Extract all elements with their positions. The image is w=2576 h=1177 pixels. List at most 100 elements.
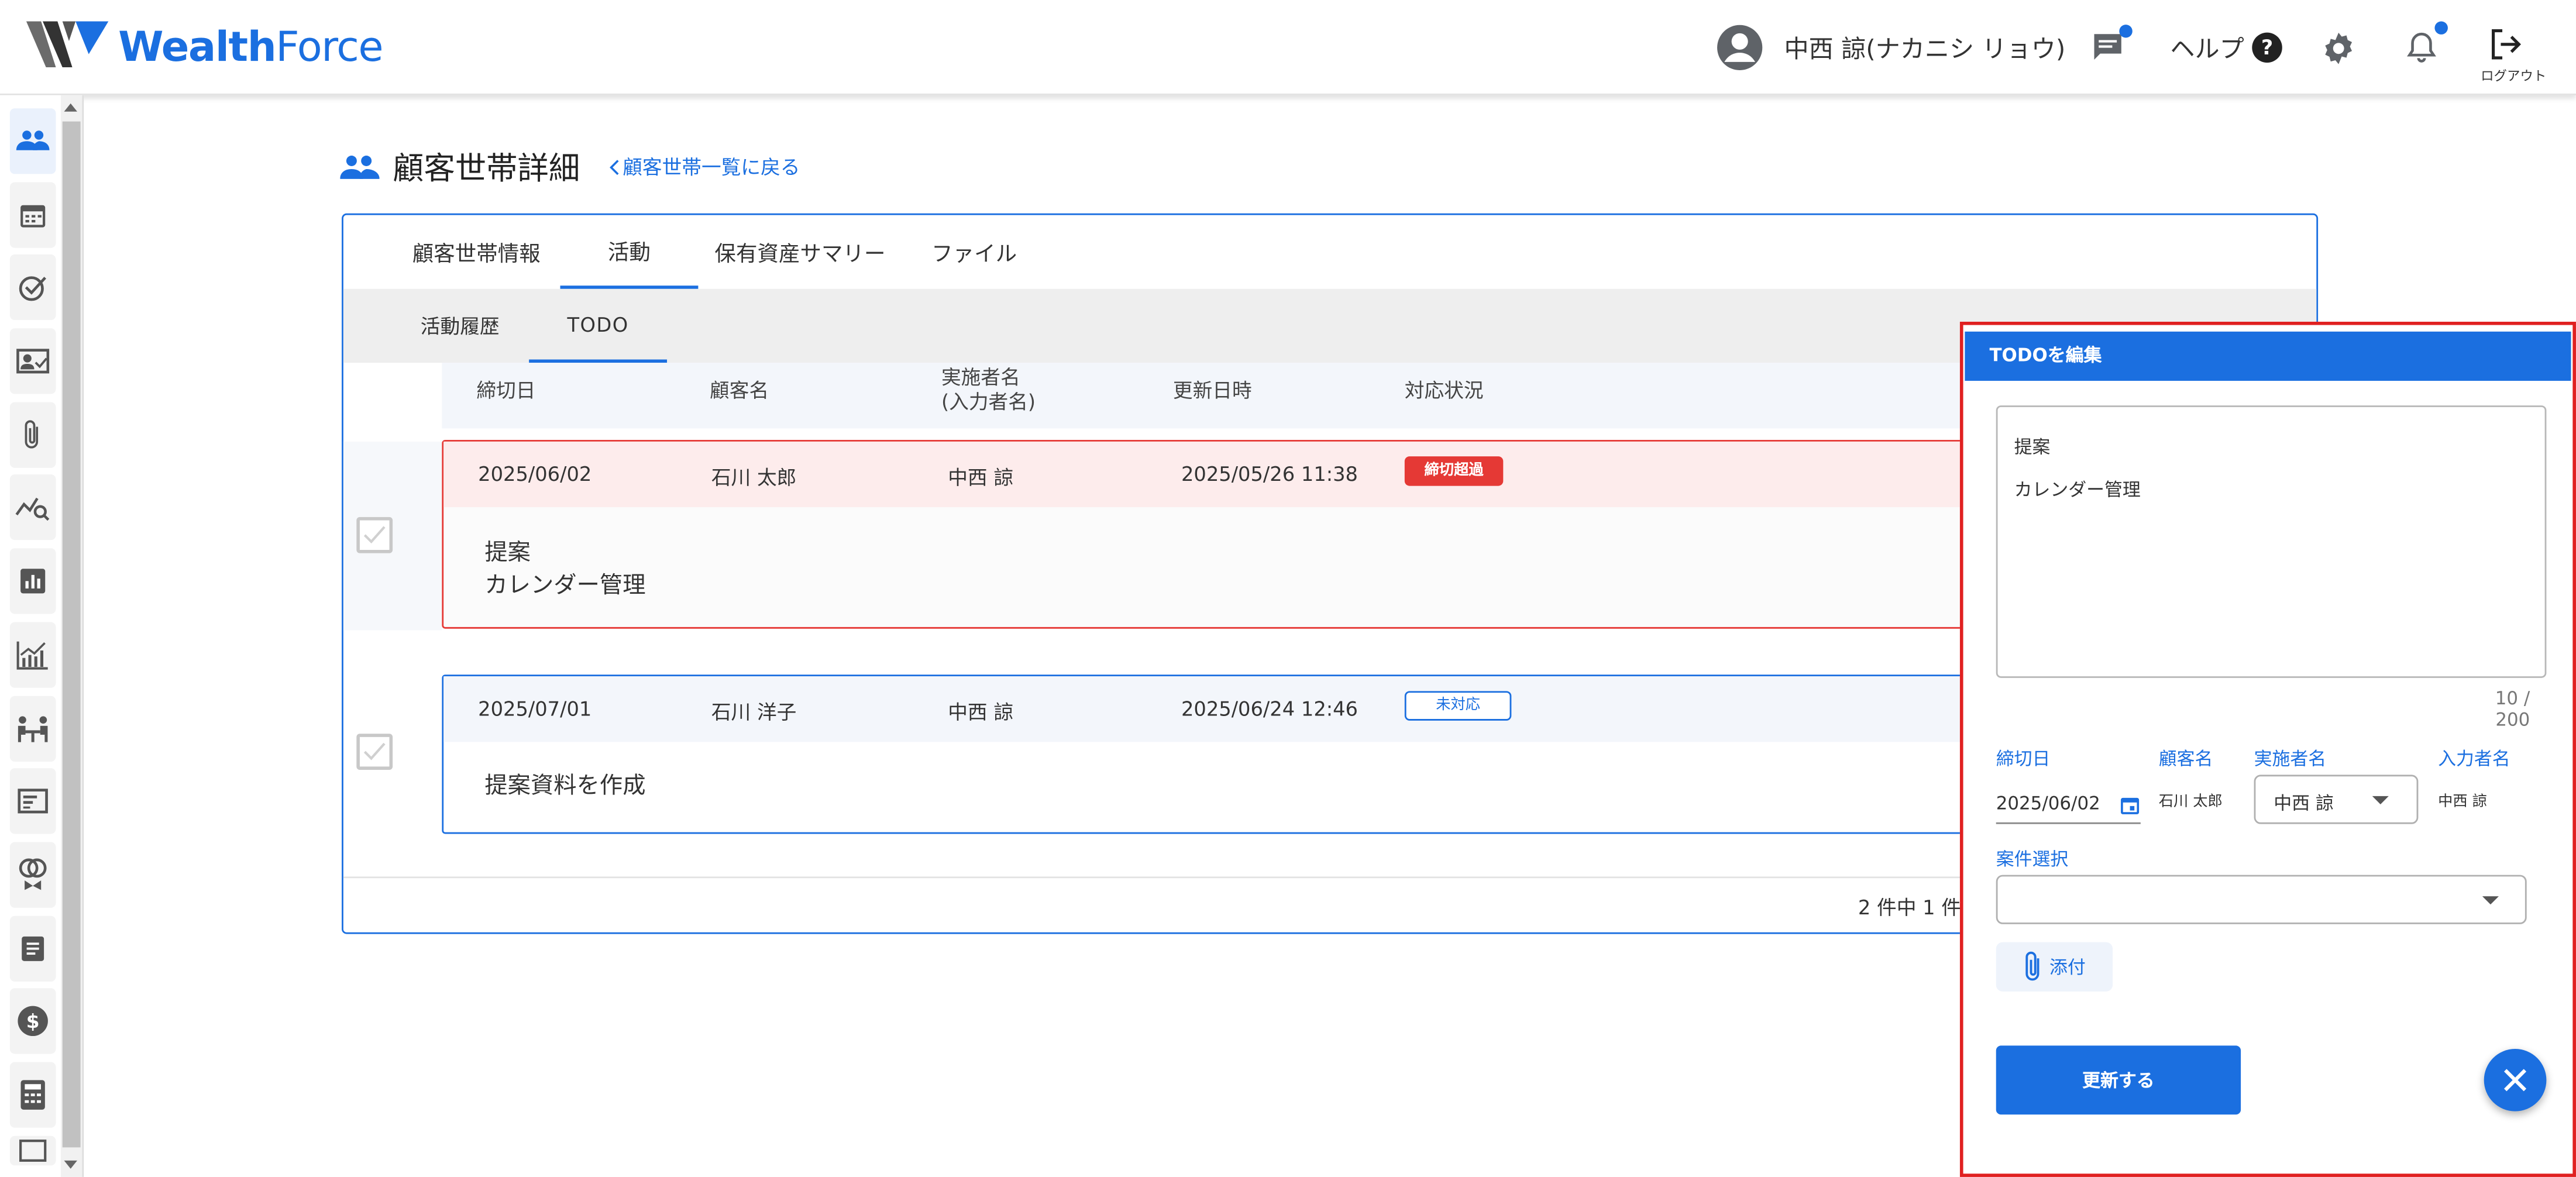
app-canvas: WealthForce 中西 諒(ナカニシ リョウ) ヘルプ ? ログアウト $… bbox=[0, 0, 2576, 1177]
back-to-list-link[interactable]: 顧客世帯一覧に戻る bbox=[608, 153, 800, 181]
row-2-complete-checkbox[interactable] bbox=[356, 734, 393, 770]
tab-label: 顧客世帯情報 bbox=[412, 243, 541, 268]
header-status: 対応状況 bbox=[1404, 379, 1484, 402]
sidebar-item-calculator[interactable] bbox=[9, 1062, 56, 1128]
calculator-icon bbox=[20, 1080, 45, 1110]
subtab-todo[interactable]: TODO bbox=[529, 289, 668, 363]
user-menu[interactable]: 中西 諒(ナカニシ リョウ) bbox=[1715, 0, 2066, 95]
sidebar-item-billing[interactable]: $ bbox=[9, 988, 56, 1055]
page-title: 顧客世帯詳細 bbox=[340, 144, 580, 189]
assignee-select[interactable]: 中西 諒 bbox=[2254, 775, 2419, 824]
header-updated: 更新日時 bbox=[1172, 379, 1252, 402]
back-link-label: 顧客世帯一覧に戻る bbox=[622, 156, 800, 179]
messages-badge bbox=[2119, 25, 2133, 38]
customer-value: 石川 太郎 bbox=[2158, 794, 2223, 811]
logout-button[interactable]: ログアウト bbox=[2481, 0, 2546, 95]
paperclip-icon bbox=[25, 419, 39, 448]
update-button[interactable]: 更新する bbox=[1996, 1045, 2241, 1115]
brand-force: Force bbox=[276, 22, 383, 70]
sidebar-item-family[interactable] bbox=[9, 842, 56, 908]
svg-text:$: $ bbox=[26, 1011, 40, 1033]
people-icon bbox=[340, 154, 380, 178]
tab-label: 活動 bbox=[607, 241, 651, 266]
header-due: 締切日 bbox=[476, 379, 536, 402]
due-label: 締切日 bbox=[1996, 748, 2051, 770]
chart-search-icon bbox=[15, 498, 50, 522]
sidebar-item-contacts[interactable] bbox=[9, 328, 56, 394]
due-date-value: 2025/06/02 bbox=[1996, 793, 2100, 814]
header-assignee: 実施者名 (入力者名) bbox=[941, 366, 1036, 415]
assignee-label: 実施者名 bbox=[2254, 748, 2327, 770]
status-badge-not-started: 未対応 bbox=[1404, 691, 1512, 721]
panel-title: TODOを編集 bbox=[1965, 331, 2571, 381]
row-body: 提案資料を作成 bbox=[484, 770, 645, 803]
due-date-input[interactable]: 2025/06/02 bbox=[1996, 784, 2141, 824]
row-1-complete-checkbox[interactable] bbox=[356, 517, 393, 553]
attach-button[interactable]: 添付 bbox=[1996, 942, 2113, 992]
main-tabs: 顧客世帯情報 活動 保有資産サマリー ファイル bbox=[343, 215, 2316, 289]
help-button[interactable]: ヘルプ ? bbox=[2170, 0, 2283, 95]
customer-label: 顧客名 bbox=[2158, 748, 2213, 770]
check-icon bbox=[363, 742, 386, 760]
case-select[interactable] bbox=[1996, 875, 2527, 924]
cell-customer: 石川 太郎 bbox=[711, 466, 797, 490]
notifications-button[interactable] bbox=[2403, 0, 2448, 95]
sidebar-item-attachments[interactable] bbox=[9, 401, 56, 468]
sidebar-scrollbar[interactable] bbox=[60, 95, 82, 1177]
cell-due: 2025/07/01 bbox=[478, 697, 592, 721]
subtab-label: 活動履歴 bbox=[420, 315, 500, 339]
check-circle-icon bbox=[19, 277, 46, 302]
scroll-up-arrow-icon[interactable] bbox=[64, 103, 77, 112]
logo[interactable]: WealthForce bbox=[26, 20, 384, 73]
sidebar-item-calendar[interactable] bbox=[9, 181, 56, 247]
meeting-icon bbox=[18, 715, 48, 742]
sidebar-item-analysis[interactable] bbox=[9, 475, 56, 541]
sidebar-item-reports[interactable] bbox=[9, 548, 56, 614]
sidebar-item-performance[interactable] bbox=[9, 621, 56, 688]
row-body-line: 提案資料を作成 bbox=[484, 773, 646, 800]
dollar-icon: $ bbox=[18, 1006, 48, 1037]
tab-household-info[interactable]: 顧客世帯情報 bbox=[398, 215, 556, 289]
inputter-value: 中西 諒 bbox=[2438, 794, 2487, 811]
page-title-text: 顧客世帯詳細 bbox=[393, 151, 580, 187]
sidebar-item-documents[interactable] bbox=[9, 915, 56, 981]
sidebar-item-customers[interactable] bbox=[9, 108, 56, 174]
logout-icon bbox=[2492, 29, 2522, 60]
gear-icon bbox=[2325, 32, 2353, 64]
sidebar-item-tasks[interactable] bbox=[9, 254, 56, 321]
tab-files[interactable]: ファイル bbox=[915, 215, 1033, 289]
document-icon bbox=[22, 935, 44, 961]
user-name: 中西 諒(ナカニシ リョウ) bbox=[1784, 33, 2066, 64]
messages-button[interactable] bbox=[2090, 0, 2133, 95]
cell-customer: 石川 洋子 bbox=[711, 701, 797, 724]
check-icon bbox=[363, 526, 386, 544]
sidebar-scroll-thumb[interactable] bbox=[62, 121, 81, 1148]
sidebar: $ bbox=[0, 95, 84, 1177]
cell-assignee: 中西 諒 bbox=[948, 701, 1014, 724]
close-panel-button[interactable] bbox=[2484, 1049, 2547, 1111]
tab-asset-summary[interactable]: 保有資産サマリー bbox=[706, 215, 893, 289]
rings-icon bbox=[19, 858, 47, 890]
todo-content-textarea[interactable]: 提案 カレンダー管理 bbox=[1996, 405, 2547, 678]
settings-button[interactable] bbox=[2320, 0, 2358, 95]
line-chart-icon bbox=[16, 641, 48, 670]
chevron-down-icon bbox=[2372, 796, 2389, 804]
tab-activity[interactable]: 活動 bbox=[560, 215, 699, 289]
tab-label: ファイル bbox=[931, 243, 1017, 268]
cell-due: 2025/06/02 bbox=[478, 463, 592, 486]
attach-label: 添付 bbox=[2049, 956, 2086, 979]
bell-icon bbox=[2407, 32, 2436, 63]
row-body: 提案 カレンダー管理 bbox=[484, 537, 645, 603]
scroll-down-arrow-icon[interactable] bbox=[64, 1160, 77, 1169]
sidebar-item-list[interactable] bbox=[9, 768, 56, 834]
help-circle-icon: ? bbox=[2252, 32, 2282, 63]
top-header: WealthForce 中西 諒(ナカニシ リョウ) ヘルプ ? ログアウト bbox=[0, 0, 2576, 95]
card-icon bbox=[19, 1139, 47, 1161]
logout-label: ログアウト bbox=[2481, 68, 2547, 84]
sidebar-item-more[interactable] bbox=[9, 1135, 56, 1165]
cell-assignee: 中西 諒 bbox=[948, 466, 1014, 490]
calendar-picker-icon[interactable] bbox=[2119, 794, 2141, 815]
calendar-icon bbox=[20, 204, 46, 227]
sidebar-item-meetings[interactable] bbox=[9, 695, 56, 761]
subtab-activity-history[interactable]: 活動履歴 bbox=[396, 289, 524, 363]
